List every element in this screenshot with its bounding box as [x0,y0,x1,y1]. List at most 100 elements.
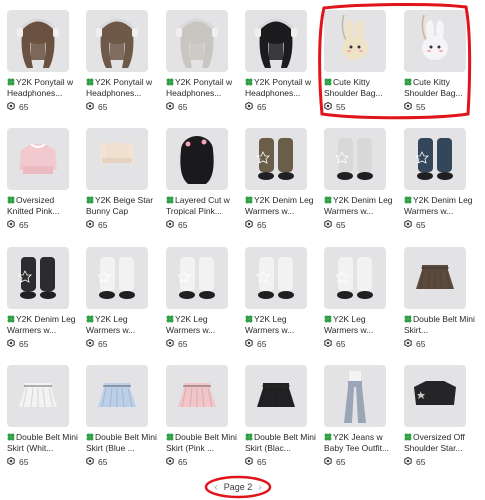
prev-page-icon[interactable]: ‹ [214,482,217,493]
robux-icon [404,102,412,112]
item-thumbnail[interactable] [7,128,69,190]
item-name[interactable]: Double Belt Mini Skirt (Blac... [245,432,317,454]
catalog-item-card[interactable]: Y2K Denim Leg Warmers w... 65 [245,128,315,230]
catalog-item-card[interactable]: Y2K Leg Warmers w... 65 [166,247,236,349]
item-name[interactable]: Y2K Leg Warmers w... [166,314,238,336]
robux-icon [86,457,94,467]
item-thumbnail[interactable] [404,247,466,309]
item-price: 65 [404,339,474,349]
item-name[interactable]: Layered Cut w Tropical Pink... [166,195,238,217]
catalog-item-card[interactable]: Oversized Off Shoulder Star... 65 [404,365,474,467]
item-thumbnail[interactable] [166,128,228,190]
price-value: 65 [336,339,346,349]
catalog-item-card[interactable]: Y2K Ponytail w Headphones... 65 [7,10,77,112]
item-price: 65 [324,339,394,349]
price-value: 65 [178,220,188,230]
catalog-item-card[interactable]: Double Belt Mini Skirt (Blac... 65 [245,365,317,467]
item-name[interactable]: Y2K Ponytail w Headphones... [166,77,238,99]
catalog-item-card[interactable]: Y2K Leg Warmers w... 65 [86,247,156,349]
item-name[interactable]: Cute Kitty Shoulder Bag... [404,77,476,99]
clover-icon [245,77,254,87]
clover-icon [324,77,333,87]
item-thumbnail[interactable] [324,247,386,309]
item-name[interactable]: Y2K Denim Leg Warmers w... [324,195,396,217]
item-thumbnail[interactable] [7,247,69,309]
item-thumbnail[interactable] [324,10,386,72]
item-name[interactable]: Double Belt Mini Skirt (Blue ... [86,432,158,454]
item-name[interactable]: Y2K Leg Warmers w... [324,314,396,336]
catalog-item-card[interactable]: Y2K Leg Warmers w... 65 [245,247,315,349]
item-thumbnail[interactable] [404,365,466,427]
item-name[interactable]: Y2K Denim Leg Warmers w... [404,195,476,217]
catalog-item-card[interactable]: Double Belt Mini Skirt... 65 [404,247,476,349]
catalog-item-card[interactable]: Y2K Ponytail w Headphones... 65 [245,10,315,112]
item-thumbnail[interactable] [324,128,386,190]
item-thumbnail[interactable] [86,128,148,190]
price-value: 65 [19,457,29,467]
item-name[interactable]: Double Belt Mini Skirt... [404,314,476,336]
item-thumbnail[interactable] [166,365,228,427]
item-name[interactable]: Y2K Ponytail w Headphones... [7,77,79,99]
item-thumbnail[interactable] [324,365,386,427]
catalog-item-card[interactable]: Double Belt Mini Skirt (Whit... 65 [7,365,79,467]
catalog-item-card[interactable]: Oversized Knitted Pink... 65 [7,128,77,230]
item-price: 65 [166,339,236,349]
robux-icon [166,102,174,112]
item-price: 65 [166,220,236,230]
item-name[interactable]: Y2K Ponytail w Headphones... [245,77,317,99]
catalog-item-card[interactable]: Y2K Ponytail w Headphones... 65 [86,10,156,112]
next-page-icon[interactable]: › [258,482,261,493]
item-name[interactable]: Double Belt Mini Skirt (Pink ... [166,432,238,454]
clover-icon [324,314,333,324]
item-name[interactable]: Y2K Ponytail w Headphones... [86,77,158,99]
item-thumbnail[interactable] [245,10,307,72]
robux-icon [86,220,94,230]
item-name[interactable]: Y2K Leg Warmers w... [86,314,158,336]
item-thumbnail[interactable] [245,128,307,190]
item-name[interactable]: Oversized Off Shoulder Star... [404,432,476,454]
item-name[interactable]: Y2K Jeans w Baby Tee Outfit... [324,432,396,454]
item-name[interactable]: Y2K Denim Leg Warmers w... [245,195,317,217]
item-price: 65 [245,457,315,467]
item-thumbnail[interactable] [7,365,69,427]
catalog-item-card[interactable]: Layered Cut w Tropical Pink... 65 [166,128,236,230]
item-price: 65 [404,457,474,467]
catalog-item-card[interactable]: Double Belt Mini Skirt (Blue ... 65 [86,365,158,467]
catalog-item-card[interactable]: Y2K Denim Leg Warmers w... 65 [324,128,394,230]
catalog-item-card[interactable]: Y2K Beige Star Bunny Cap 65 [86,128,156,230]
catalog-item-card[interactable]: Y2K Ponytail w Headphones... 65 [166,10,236,112]
price-value: 65 [257,220,267,230]
catalog-item-card[interactable]: Cute Kitty Shoulder Bag... 55 [404,10,474,112]
item-thumbnail[interactable] [86,365,148,427]
item-thumbnail[interactable] [7,10,69,72]
item-thumbnail[interactable] [245,365,307,427]
robux-icon [245,339,253,349]
item-name[interactable]: Y2K Leg Warmers w... [245,314,317,336]
price-value: 65 [257,457,267,467]
catalog-item-card[interactable]: Y2K Denim Leg Warmers w... 65 [404,128,474,230]
robux-icon [324,102,332,112]
price-value: 65 [257,102,267,112]
catalog-item-card[interactable]: Y2K Denim Leg Warmers w... 65 [7,247,77,349]
clover-icon [7,195,16,205]
item-thumbnail[interactable] [166,247,228,309]
catalog-item-card[interactable]: Double Belt Mini Skirt (Pink ... 65 [166,365,238,467]
item-price: 65 [245,339,315,349]
robux-icon [404,339,412,349]
item-name[interactable]: Y2K Denim Leg Warmers w... [7,314,79,336]
item-thumbnail[interactable] [166,10,228,72]
item-name[interactable]: Cute Kitty Shoulder Bag... [324,77,396,99]
item-thumbnail[interactable] [86,10,148,72]
catalog-item-card[interactable]: Y2K Jeans w Baby Tee Outfit... 65 [324,365,394,467]
clover-icon [166,432,175,442]
item-thumbnail[interactable] [404,128,466,190]
item-thumbnail[interactable] [404,10,466,72]
item-thumbnail[interactable] [86,247,148,309]
item-name[interactable]: Y2K Beige Star Bunny Cap [86,195,158,217]
catalog-item-card[interactable]: Y2K Leg Warmers w... 65 [324,247,394,349]
catalog-item-card[interactable]: Cute Kitty Shoulder Bag... 55 [324,10,394,112]
price-value: 65 [178,102,188,112]
item-name[interactable]: Oversized Knitted Pink... [7,195,79,217]
item-thumbnail[interactable] [245,247,307,309]
item-name[interactable]: Double Belt Mini Skirt (Whit... [7,432,79,454]
